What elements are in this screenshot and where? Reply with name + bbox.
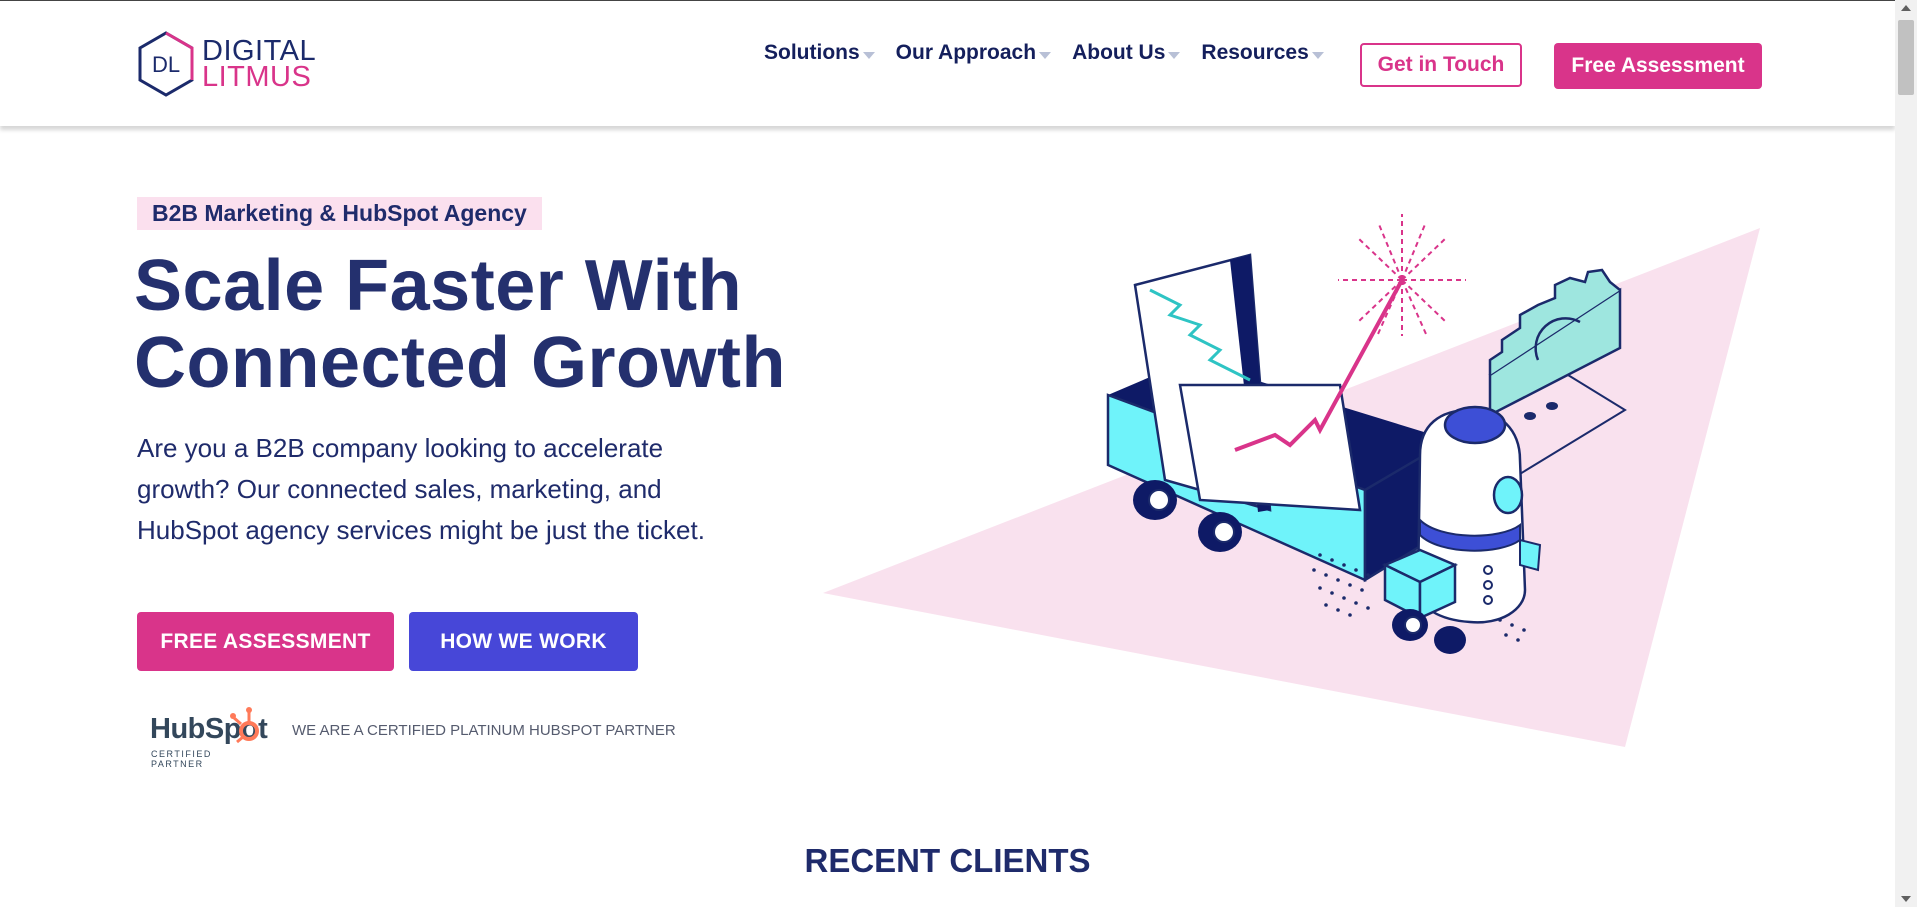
partner-statement: WE ARE A CERTIFIED PLATINUM HUBSPOT PART… (292, 722, 676, 739)
hero-title-line-2: Connected Growth (134, 323, 786, 403)
hubspot-sprocket-icon (230, 707, 259, 744)
hero-description: Are you a B2B company looking to acceler… (137, 433, 705, 545)
free-assessment-header-button[interactable]: Free Assessment (1554, 43, 1762, 89)
hero-badge: B2B Marketing & HubSpot Agency (137, 197, 542, 230)
logo-wordmark: DIGITAL LITMUS (202, 37, 316, 93)
site-header: DL DIGITAL LITMUS Solutions Our Approach… (0, 1, 1895, 126)
chevron-down-icon (862, 51, 875, 59)
scroll-up-arrow-icon[interactable] (1901, 5, 1911, 11)
hero-title-line-1: Scale Faster With (134, 246, 743, 326)
hero-title: Scale Faster With Connected Growth (134, 248, 794, 402)
logo-line-2: LITMUS (202, 61, 312, 93)
nav-item-label: Resources (1201, 41, 1309, 64)
nav-item-label: About Us (1072, 41, 1166, 64)
nav-item-resources[interactable]: Resources (1201, 41, 1324, 65)
nav-item-label: Our Approach (895, 41, 1037, 64)
get-in-touch-button[interactable]: Get in Touch (1360, 43, 1522, 87)
nav-item-about-us[interactable]: About Us (1072, 41, 1181, 65)
nav-item-solutions[interactable]: Solutions (764, 41, 875, 65)
hubspot-partner-logo[interactable]: HubSpot CERTIFIED PARTNER (150, 705, 268, 769)
nav-item-label: Solutions (764, 41, 860, 64)
hero-illustration (823, 214, 1760, 747)
nav-item-our-approach[interactable]: Our Approach (895, 41, 1052, 65)
sparkle-burst-icon (1338, 214, 1466, 336)
chevron-down-icon (1039, 51, 1052, 59)
svg-text:DL: DL (152, 52, 180, 77)
how-we-work-button[interactable]: HOW WE WORK (409, 612, 638, 671)
main-nav: Solutions Our Approach About Us Resource… (764, 41, 1324, 65)
chevron-down-icon (1311, 51, 1324, 59)
page-scrollbar[interactable] (1895, 0, 1917, 907)
hubspot-certified-label: CERTIFIED PARTNER (151, 749, 212, 769)
chevron-down-icon (1168, 51, 1181, 59)
recent-clients-heading: RECENT CLIENTS (804, 842, 1091, 879)
free-assessment-button[interactable]: FREE ASSESSMENT (137, 612, 394, 671)
scrollbar-thumb[interactable] (1898, 20, 1914, 95)
logo[interactable]: DL DIGITAL LITMUS (136, 30, 316, 98)
scroll-down-arrow-icon[interactable] (1901, 896, 1911, 902)
logo-hexagon-icon: DL (138, 31, 194, 97)
